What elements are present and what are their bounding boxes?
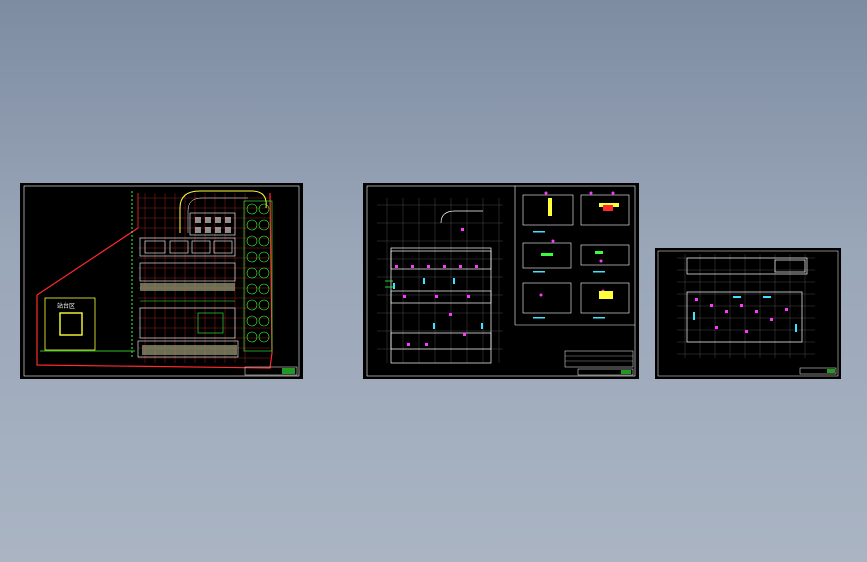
svg-text:站台区: 站台区: [57, 302, 75, 310]
site-plan-drawing: 站台区: [23, 185, 300, 377]
drawing-sheet-site-plan[interactable]: 站台区: [20, 183, 303, 379]
drawing-sheet-floor-plan-details[interactable]: [363, 183, 639, 379]
floor-plan-small-drawing: [657, 250, 839, 377]
drawing-sheet-floor-plan-small[interactable]: [655, 248, 841, 379]
floor-plan-details-drawing: [366, 185, 636, 377]
